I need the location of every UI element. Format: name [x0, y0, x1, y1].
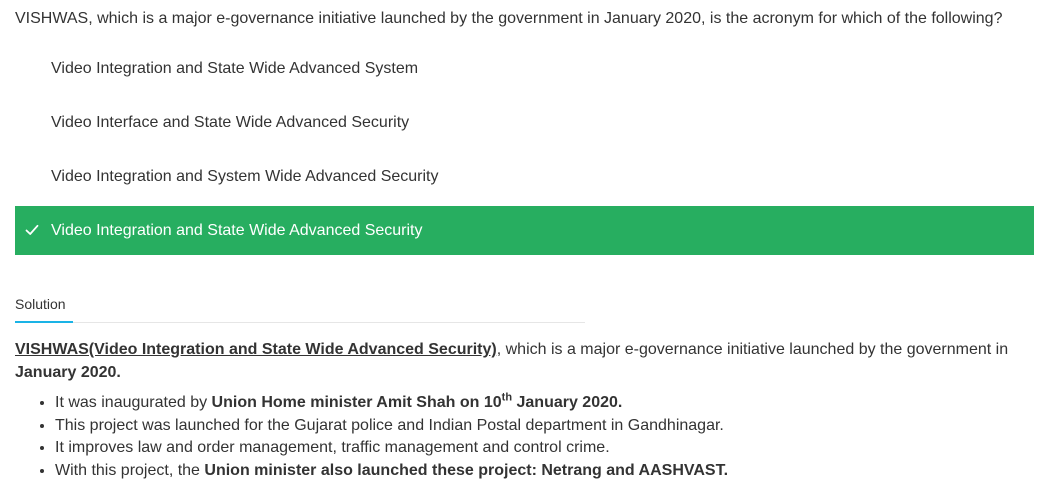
- option-label: Video Integration and State Wide Advance…: [51, 221, 423, 239]
- solution-intro: VISHWAS(Video Integration and State Wide…: [15, 338, 1025, 384]
- point-text: With this project, the: [55, 461, 205, 479]
- question-text: VISHWAS, which is a major e-governance i…: [15, 10, 1003, 27]
- point-text: It was inaugurated by: [55, 394, 212, 411]
- tab-solution[interactable]: Solution: [15, 296, 73, 323]
- solution-body: VISHWAS(Video Integration and State Wide…: [15, 338, 1025, 482]
- check-icon: [25, 224, 39, 235]
- list-item: It improves law and order management, tr…: [55, 437, 1025, 460]
- option-1[interactable]: Video Integration and State Wide Advance…: [15, 44, 1034, 93]
- option-label: Video Interface and State Wide Advanced …: [51, 113, 410, 131]
- solution-intro-date: January 2020.: [15, 364, 121, 381]
- point-bold: Union Home minister Amit Shah on 10: [211, 394, 502, 411]
- options-list: Video Integration and State Wide Advance…: [15, 44, 1034, 260]
- option-4-correct[interactable]: Video Integration and State Wide Advance…: [15, 206, 1034, 255]
- solution-points: It was inaugurated by Union Home ministe…: [15, 392, 1025, 482]
- solution-intro-text: , which is a major e-governance initiati…: [496, 341, 1009, 358]
- point-bold: January 2020.: [512, 394, 623, 411]
- solution-tab-bar: Solution: [15, 295, 585, 323]
- point-bold: Union minister also launched these proje…: [204, 461, 729, 479]
- point-sup: th: [501, 391, 513, 404]
- list-item: It was inaugurated by Union Home ministe…: [55, 392, 1025, 415]
- option-2[interactable]: Video Interface and State Wide Advanced …: [15, 98, 1034, 147]
- list-item: This project was launched for the Gujara…: [55, 415, 1025, 438]
- option-3[interactable]: Video Integration and System Wide Advanc…: [15, 152, 1034, 201]
- solution-acronym: VISHWAS(Video Integration and State Wide…: [15, 341, 497, 358]
- option-label: Video Integration and State Wide Advance…: [51, 59, 419, 77]
- option-label: Video Integration and System Wide Advanc…: [51, 167, 439, 185]
- list-item: With this project, the Union minister al…: [55, 460, 1025, 483]
